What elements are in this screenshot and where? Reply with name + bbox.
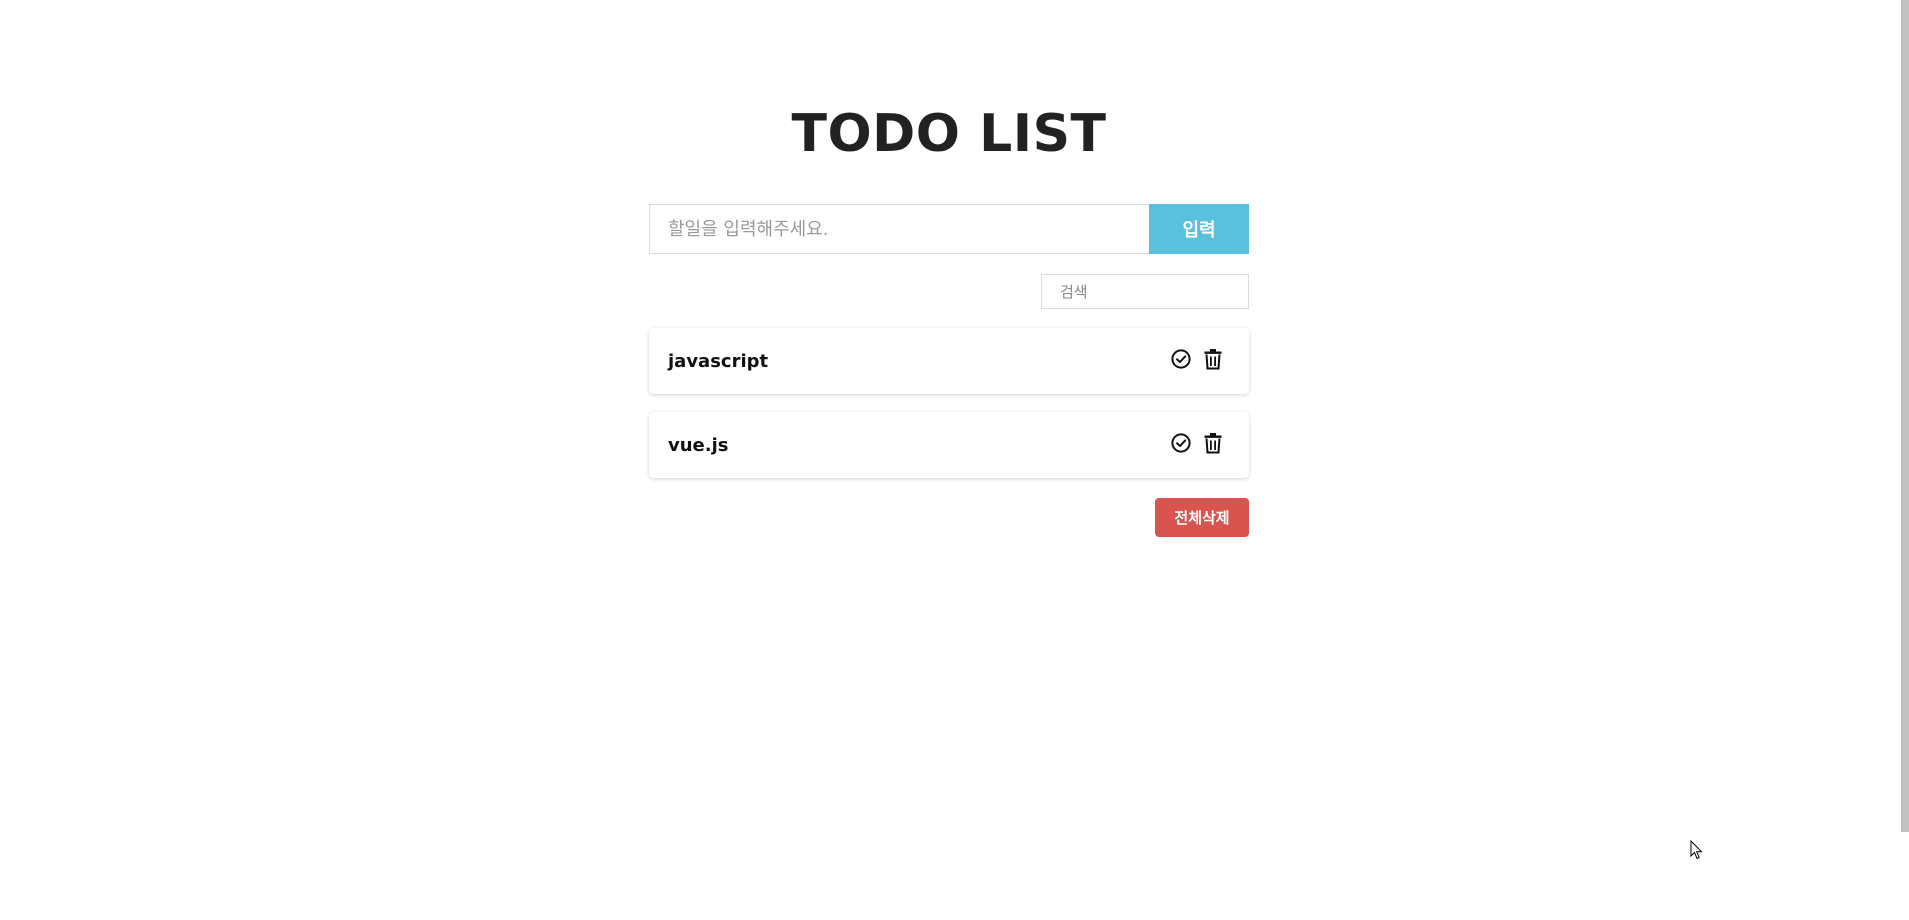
page-title: TODO LIST	[791, 104, 1107, 164]
todo-item-actions	[1169, 347, 1225, 371]
search-input[interactable]	[1041, 274, 1249, 309]
trash-icon[interactable]	[1201, 431, 1225, 455]
vertical-scrollbar[interactable]	[1901, 0, 1909, 832]
todo-input-row: 입력	[649, 204, 1249, 254]
add-todo-button[interactable]: 입력	[1149, 204, 1249, 254]
todo-item-actions	[1169, 431, 1225, 455]
clear-all-button[interactable]: 전체삭제	[1155, 498, 1249, 537]
page: TODO LIST 입력 javascript	[0, 0, 1909, 920]
todo-item: vue.js	[649, 412, 1249, 478]
todo-item-text: javascript	[668, 350, 769, 372]
check-circle-icon[interactable]	[1169, 347, 1193, 371]
trash-icon[interactable]	[1201, 347, 1225, 371]
check-circle-icon[interactable]	[1169, 431, 1193, 455]
todo-list: javascript vue.js	[649, 328, 1249, 496]
todo-item: javascript	[649, 328, 1249, 394]
todo-input[interactable]	[649, 204, 1149, 254]
todo-item-text: vue.js	[668, 434, 729, 456]
mouse-cursor-icon	[1690, 839, 1704, 860]
